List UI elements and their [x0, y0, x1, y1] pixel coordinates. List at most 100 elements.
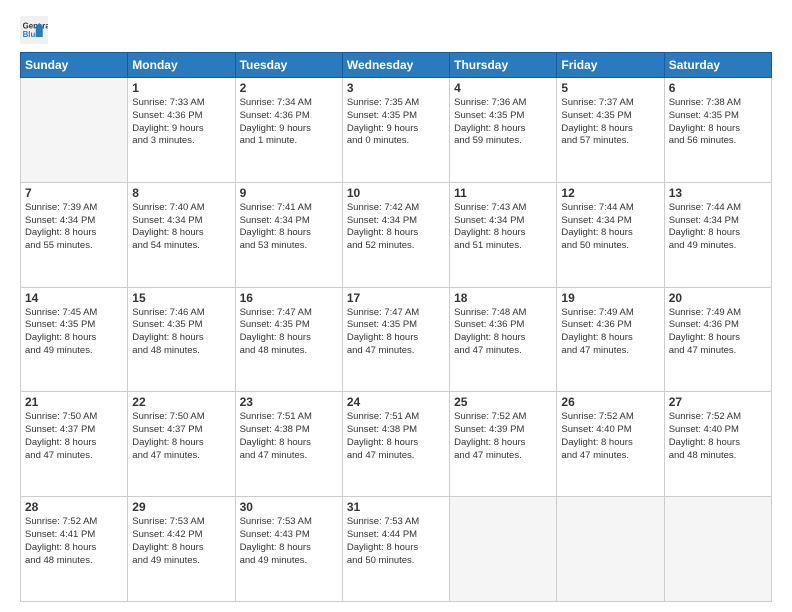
week-row-3: 21 Sunrise: 7:50 AMSunset: 4:37 PMDayligh…: [21, 392, 772, 497]
day-info: Sunrise: 7:34 AMSunset: 4:36 PMDaylight:…: [240, 97, 338, 148]
day-info: Sunrise: 7:43 AMSunset: 4:34 PMDaylight:…: [454, 202, 552, 253]
day-info: Sunrise: 7:37 AMSunset: 4:35 PMDaylight:…: [561, 97, 659, 148]
calendar-cell-2-1: 15Sunrise: 7:46 AMSunset: 4:35 PMDayligh…: [128, 287, 235, 392]
weekday-header-row: SundayMondayTuesdayWednesdayThursdayFrid…: [21, 53, 772, 78]
day-number: 4: [454, 81, 552, 95]
day-info: Sunrise: 7:52 AMSunset: 4:40 PMDaylight:…: [669, 411, 767, 462]
day-number: 9: [240, 186, 338, 200]
weekday-header-thursday: Thursday: [450, 53, 557, 78]
weekday-header-sunday: Sunday: [21, 53, 128, 78]
week-row-1: 7 Sunrise: 7:39 AMSunset: 4:34 PMDaylight…: [21, 182, 772, 287]
day-info: Sunrise: 7:50 AMSunset: 4:37 PMDaylight:…: [132, 411, 230, 462]
day-info: Sunrise: 7:39 AMSunset: 4:34 PMDaylight:…: [25, 202, 123, 253]
day-info: Sunrise: 7:51 AMSunset: 4:38 PMDaylight:…: [347, 411, 445, 462]
day-number: 2: [240, 81, 338, 95]
weekday-header-friday: Friday: [557, 53, 664, 78]
svg-text:General: General: [23, 21, 48, 30]
week-row-0: 1 Sunrise: 7:33 AMSunset: 4:36 PMDaylight…: [21, 78, 772, 183]
calendar-cell-2-0: 14 Sunrise: 7:45 AMSunset: 4:35 PMDayligh…: [21, 287, 128, 392]
calendar-cell-1-1: 8 Sunrise: 7:40 AMSunset: 4:34 PMDaylight…: [128, 182, 235, 287]
day-number: 16: [240, 291, 338, 305]
day-number: 7: [25, 186, 123, 200]
logo-icon: General Blue: [20, 16, 48, 44]
day-number: 23: [240, 395, 338, 409]
weekday-header-saturday: Saturday: [664, 53, 771, 78]
calendar-cell-3-6: 27 Sunrise: 7:52 AMSunset: 4:40 PMDayligh…: [664, 392, 771, 497]
calendar-cell-2-5: 19 Sunrise: 7:49 AMSunset: 4:36 PMDayligh…: [557, 287, 664, 392]
day-info: Sunrise: 7:53 AMSunset: 4:42 PMDaylight:…: [132, 516, 230, 567]
page: General Blue SundayMondayTuesdayWednesda…: [0, 0, 792, 612]
calendar-cell-0-1: 1 Sunrise: 7:33 AMSunset: 4:36 PMDaylight…: [128, 78, 235, 183]
calendar-cell-4-1: 29 Sunrise: 7:53 AMSunset: 4:42 PMDayligh…: [128, 497, 235, 602]
day-info: Sunrise: 7:38 AMSunset: 4:35 PMDaylight:…: [669, 97, 767, 148]
week-row-2: 14 Sunrise: 7:45 AMSunset: 4:35 PMDayligh…: [21, 287, 772, 392]
day-number: 26: [561, 395, 659, 409]
day-number: 11: [454, 186, 552, 200]
day-info: Sunrise: 7:33 AMSunset: 4:36 PMDaylight:…: [132, 97, 230, 148]
calendar-cell-1-0: 7 Sunrise: 7:39 AMSunset: 4:34 PMDaylight…: [21, 182, 128, 287]
day-info: Sunrise: 7:52 AMSunset: 4:40 PMDaylight:…: [561, 411, 659, 462]
calendar-cell-4-2: 30 Sunrise: 7:53 AMSunset: 4:43 PMDayligh…: [235, 497, 342, 602]
calendar-cell-4-6: [664, 497, 771, 602]
day-number: 13: [669, 186, 767, 200]
header: General Blue: [20, 16, 772, 44]
week-row-4: 28Sunrise: 7:52 AMSunset: 4:41 PMDayligh…: [21, 497, 772, 602]
calendar-cell-0-0: [21, 78, 128, 183]
weekday-header-tuesday: Tuesday: [235, 53, 342, 78]
calendar-cell-2-2: 16 Sunrise: 7:47 AMSunset: 4:35 PMDayligh…: [235, 287, 342, 392]
calendar-cell-0-3: 3 Sunrise: 7:35 AMSunset: 4:35 PMDaylight…: [342, 78, 449, 183]
day-info: Sunrise: 7:53 AMSunset: 4:43 PMDaylight:…: [240, 516, 338, 567]
day-number: 6: [669, 81, 767, 95]
calendar-cell-1-6: 13Sunrise: 7:44 AMSunset: 4:34 PMDayligh…: [664, 182, 771, 287]
calendar-cell-2-3: 17Sunrise: 7:47 AMSunset: 4:35 PMDayligh…: [342, 287, 449, 392]
day-number: 10: [347, 186, 445, 200]
calendar-cell-1-4: 11 Sunrise: 7:43 AMSunset: 4:34 PMDayligh…: [450, 182, 557, 287]
day-info: Sunrise: 7:36 AMSunset: 4:35 PMDaylight:…: [454, 97, 552, 148]
day-number: 12: [561, 186, 659, 200]
calendar-cell-3-3: 24 Sunrise: 7:51 AMSunset: 4:38 PMDayligh…: [342, 392, 449, 497]
day-number: 8: [132, 186, 230, 200]
day-number: 5: [561, 81, 659, 95]
calendar-cell-2-4: 18 Sunrise: 7:48 AMSunset: 4:36 PMDayligh…: [450, 287, 557, 392]
day-info: Sunrise: 7:44 AMSunset: 4:34 PMDaylight:…: [561, 202, 659, 253]
day-info: Sunrise: 7:50 AMSunset: 4:37 PMDaylight:…: [25, 411, 123, 462]
day-info: Sunrise: 7:52 AMSunset: 4:39 PMDaylight:…: [454, 411, 552, 462]
day-number: 14: [25, 291, 123, 305]
day-info: Sunrise: 7:46 AMSunset: 4:35 PMDaylight:…: [132, 307, 230, 358]
day-info: Sunrise: 7:48 AMSunset: 4:36 PMDaylight:…: [454, 307, 552, 358]
day-number: 19: [561, 291, 659, 305]
day-number: 31: [347, 500, 445, 514]
calendar-cell-3-1: 22 Sunrise: 7:50 AMSunset: 4:37 PMDayligh…: [128, 392, 235, 497]
calendar-cell-1-2: 9Sunrise: 7:41 AMSunset: 4:34 PMDaylight…: [235, 182, 342, 287]
day-number: 18: [454, 291, 552, 305]
day-number: 25: [454, 395, 552, 409]
weekday-header-wednesday: Wednesday: [342, 53, 449, 78]
calendar-cell-1-3: 10 Sunrise: 7:42 AMSunset: 4:34 PMDayligh…: [342, 182, 449, 287]
day-info: Sunrise: 7:45 AMSunset: 4:35 PMDaylight:…: [25, 307, 123, 358]
day-number: 28: [25, 500, 123, 514]
day-number: 29: [132, 500, 230, 514]
day-info: Sunrise: 7:35 AMSunset: 4:35 PMDaylight:…: [347, 97, 445, 148]
calendar-cell-3-4: 25 Sunrise: 7:52 AMSunset: 4:39 PMDayligh…: [450, 392, 557, 497]
day-info: Sunrise: 7:42 AMSunset: 4:34 PMDaylight:…: [347, 202, 445, 253]
calendar-table: SundayMondayTuesdayWednesdayThursdayFrid…: [20, 52, 772, 602]
calendar-cell-4-4: [450, 497, 557, 602]
calendar-cell-2-6: 20Sunrise: 7:49 AMSunset: 4:36 PMDayligh…: [664, 287, 771, 392]
day-number: 1: [132, 81, 230, 95]
day-info: Sunrise: 7:49 AMSunset: 4:36 PMDaylight:…: [561, 307, 659, 358]
day-number: 21: [25, 395, 123, 409]
calendar-cell-0-5: 5 Sunrise: 7:37 AMSunset: 4:35 PMDaylight…: [557, 78, 664, 183]
day-number: 22: [132, 395, 230, 409]
calendar-cell-0-6: 6 Sunrise: 7:38 AMSunset: 4:35 PMDaylight…: [664, 78, 771, 183]
day-info: Sunrise: 7:40 AMSunset: 4:34 PMDaylight:…: [132, 202, 230, 253]
day-number: 17: [347, 291, 445, 305]
day-number: 30: [240, 500, 338, 514]
calendar-cell-4-5: [557, 497, 664, 602]
day-number: 27: [669, 395, 767, 409]
calendar-cell-3-0: 21 Sunrise: 7:50 AMSunset: 4:37 PMDayligh…: [21, 392, 128, 497]
day-info: Sunrise: 7:47 AMSunset: 4:35 PMDaylight:…: [240, 307, 338, 358]
day-number: 24: [347, 395, 445, 409]
calendar-cell-0-4: 4 Sunrise: 7:36 AMSunset: 4:35 PMDaylight…: [450, 78, 557, 183]
day-number: 3: [347, 81, 445, 95]
calendar-cell-3-2: 23Sunrise: 7:51 AMSunset: 4:38 PMDayligh…: [235, 392, 342, 497]
